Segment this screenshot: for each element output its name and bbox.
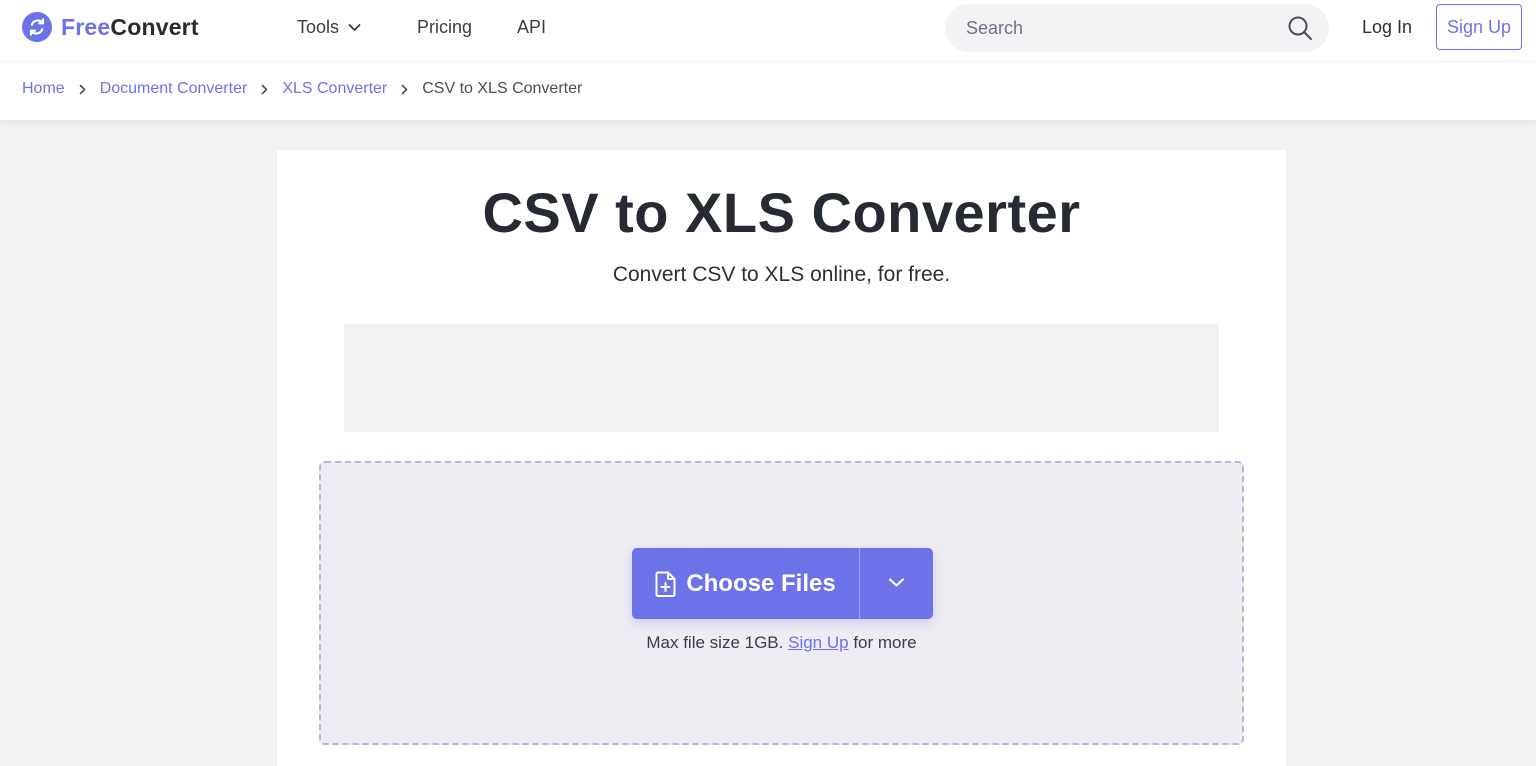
max-file-size-note: Max file size 1GB. Sign Up for more [321,633,1242,653]
brand-name-convert: Convert [110,13,199,40]
breadcrumb-document-converter[interactable]: Document Converter [100,80,248,98]
max-file-size-suffix: for more [853,633,917,652]
choose-files-button[interactable]: Choose Files [632,548,860,619]
page-title: CSV to XLS Converter [482,181,1081,244]
signup-button[interactable]: Sign Up [1436,4,1522,50]
choose-files-button-group: Choose Files [632,548,933,619]
breadcrumb-xls-converter[interactable]: XLS Converter [282,80,387,98]
chevron-down-icon [348,23,361,32]
chevron-right-icon [401,84,408,95]
signup-more-link[interactable]: Sign Up [788,633,848,652]
top-nav-bar: FreeConvert Tools Pricing API Log In Sig… [0,0,1536,62]
upload-source-dropdown[interactable] [860,548,933,619]
nav-tools-menu[interactable]: Tools [297,0,361,54]
refresh-logo-icon [22,12,52,42]
search-icon[interactable] [1285,13,1315,43]
search-box [945,4,1329,52]
search-input[interactable] [966,17,1285,39]
chevron-down-icon [888,575,905,593]
breadcrumb-home[interactable]: Home [22,80,65,98]
login-link[interactable]: Log In [1362,0,1412,54]
nav-tools-label: Tools [297,16,340,37]
brand-name-free: Free [61,13,111,40]
brand-name: FreeConvert [61,14,199,41]
file-plus-icon [655,571,677,597]
chevron-right-icon [79,84,86,95]
breadcrumb-bar: Home Document Converter XLS Converter CS… [0,62,1536,120]
chevron-right-icon [261,84,268,95]
choose-files-label: Choose Files [686,569,836,597]
breadcrumb-current: CSV to XLS Converter [422,80,583,97]
file-dropzone[interactable]: Choose Files Max file size 1GB. Sign Up … [319,461,1244,745]
ad-placeholder [344,324,1219,432]
nav-pricing-link[interactable]: Pricing [417,0,472,54]
freeconvert-logo[interactable]: FreeConvert [22,12,199,42]
max-file-size-text: Max file size 1GB. [646,633,784,652]
converter-panel: CSV to XLS Converter Convert CSV to XLS … [277,150,1286,766]
page-subtitle: Convert CSV to XLS online, for free. [612,263,951,286]
nav-api-link[interactable]: API [517,0,546,54]
breadcrumb: Home Document Converter XLS Converter CS… [22,80,582,98]
